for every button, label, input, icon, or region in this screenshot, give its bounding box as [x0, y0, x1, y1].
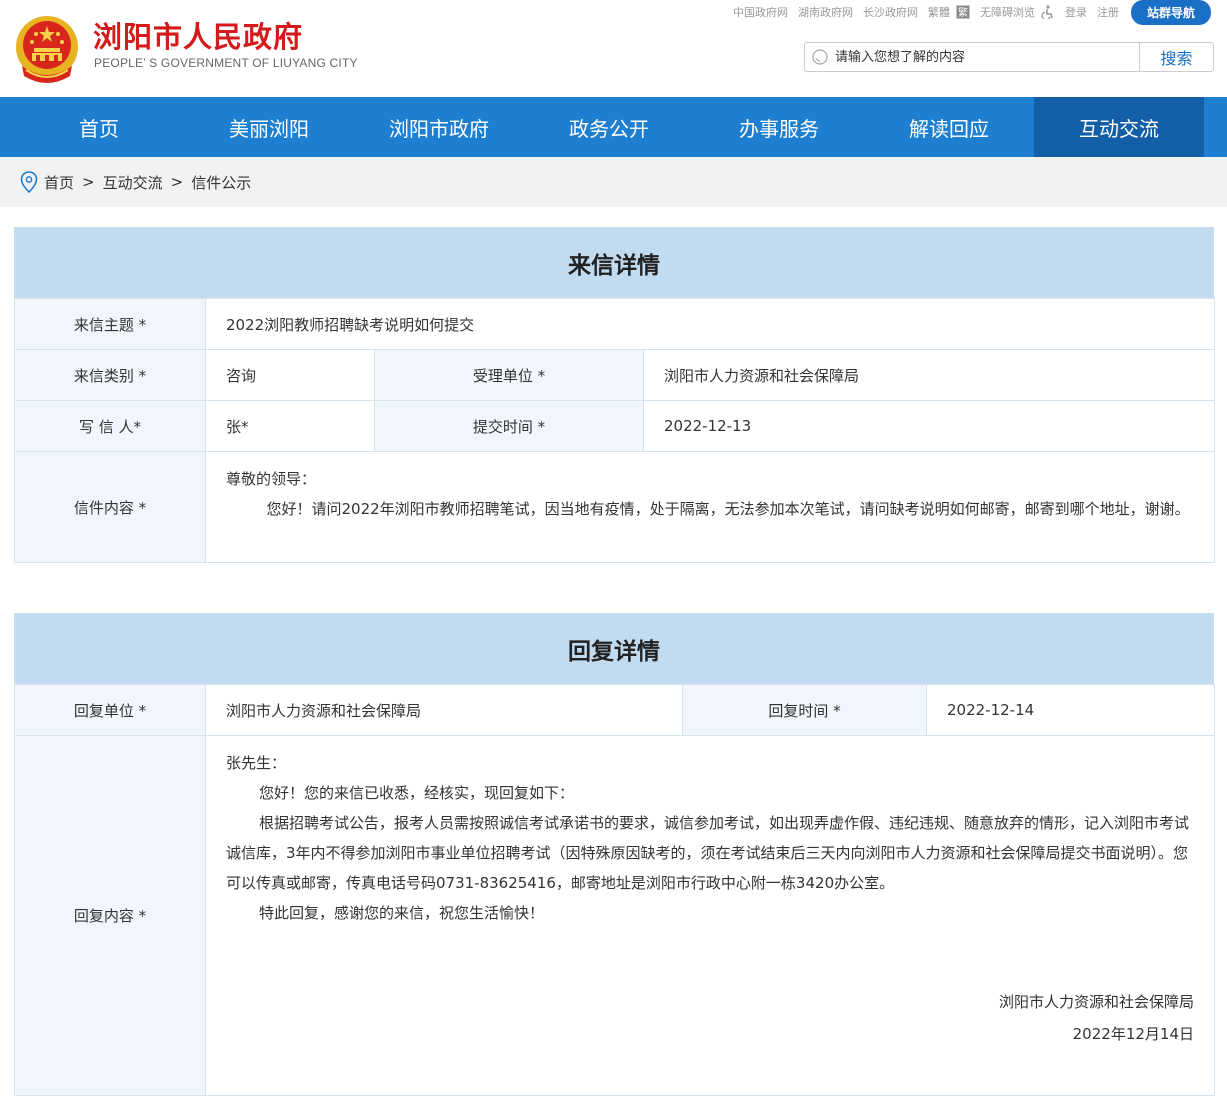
nav-item-interpretation[interactable]: 解读回应 — [864, 97, 1034, 157]
search-input[interactable] — [835, 44, 1139, 70]
link-changsha-gov[interactable]: 长沙政府网 — [863, 4, 918, 20]
subject-label: 来信主题 * — [14, 298, 206, 350]
letter-body: 您好！请问2022年浏阳市教师招聘笔试，因当地有疫情，处于隔离，无法参加本次笔试… — [266, 500, 1190, 518]
svg-text:繁: 繁 — [958, 6, 968, 19]
letter-content-label: 信件内容 * — [14, 451, 206, 563]
subject-value: 2022浏阳教师招聘缺考说明如何提交 — [204, 298, 1216, 350]
link-traditional-chinese[interactable]: 繁體 — [928, 4, 950, 20]
reply-time-label: 回复时间 * — [682, 684, 927, 736]
nav-item-services[interactable]: 办事服务 — [694, 97, 864, 157]
reply-paragraph-3: 特此回复，感谢您的来信，祝您生活愉快！ — [259, 904, 545, 922]
site-title[interactable]: 浏阳市人民政府 — [93, 14, 303, 56]
reply-time-value: 2022-12-14 — [926, 684, 1215, 736]
table-row: 来信类别 * 咨询 受理单位 * 浏阳市人力资源和社会保障局 — [14, 349, 1216, 401]
link-hunan-gov[interactable]: 湖南政府网 — [798, 4, 853, 20]
reply-sign-org: 浏阳市人力资源和社会保障局 — [998, 993, 1194, 1011]
writer-label: 写 信 人* — [14, 400, 206, 452]
table-row: 回复内容 * 张先生： 您好！您的来信已收悉，经核实，现回复如下： 根据招聘考试… — [14, 735, 1215, 1096]
letter-detail-panel: 来信详情 来信主题 * 2022浏阳教师招聘缺考说明如何提交 来信类别 * 咨询… — [14, 227, 1216, 563]
reply-paragraph-1: 您好！您的来信已收悉，经核实，现回复如下： — [259, 784, 575, 802]
site-header: 浏阳市人民政府 PEOPLE’ S GOVERNMENT OF LIUYANG … — [0, 0, 1227, 97]
reply-content-label: 回复内容 * — [14, 735, 206, 1096]
reply-signature: 浏阳市人力资源和社会保障局 2022年12月14日 — [226, 986, 1194, 1050]
reply-detail-heading: 回复详情 — [14, 613, 1214, 684]
search-icon — [805, 43, 835, 71]
breadcrumb-interaction[interactable]: 互动交流 — [103, 172, 163, 193]
breadcrumb: 首页 > 互动交流 > 信件公示 — [0, 157, 1227, 207]
reply-sign-date: 2022年12月14日 — [1072, 1025, 1194, 1043]
main-nav: 首页 美丽浏阳 浏阳市政府 政务公开 办事服务 解读回应 互动交流 — [0, 97, 1227, 157]
nav-item-government-affairs[interactable]: 政务公开 — [524, 97, 694, 157]
site-subtitle: PEOPLE’ S GOVERNMENT OF LIUYANG CITY — [94, 56, 358, 70]
search-box: 搜索 — [804, 42, 1214, 72]
table-row: 写 信 人* 张* 提交时间 * 2022-12-13 — [14, 400, 1216, 452]
submit-time-value: 2022-12-13 — [642, 400, 1216, 452]
site-group-nav-button[interactable]: 站群导航 — [1130, 0, 1211, 25]
link-gov-cn[interactable]: 中国政府网 — [733, 4, 788, 20]
category-value: 咨询 — [205, 349, 375, 401]
unit-label: 受理单位 * — [374, 349, 644, 401]
unit-value: 浏阳市人力资源和社会保障局 — [642, 349, 1216, 401]
submit-time-label: 提交时间 * — [374, 400, 644, 452]
link-accessibility[interactable]: 无障碍浏览 — [980, 4, 1035, 20]
letter-content: 尊敬的领导： 您好！请问2022年浏阳市教师招聘笔试，因当地有疫情，处于隔离，无… — [204, 451, 1216, 563]
nav-item-interaction[interactable]: 互动交流 — [1034, 97, 1204, 157]
category-label: 来信类别 * — [14, 349, 206, 401]
reply-unit-label: 回复单位 * — [14, 684, 206, 736]
reply-paragraph-2: 根据招聘考试公告，报考人员需按照诚信考试承诺书的要求，诚信参加考试，如出现弄虚作… — [226, 814, 1190, 892]
search-button[interactable]: 搜索 — [1139, 43, 1213, 71]
breadcrumb-home[interactable]: 首页 — [44, 172, 74, 193]
location-pin-icon — [20, 171, 38, 193]
nav-item-beautiful-liuyang[interactable]: 美丽浏阳 — [184, 97, 354, 157]
link-register[interactable]: 注册 — [1097, 4, 1119, 20]
link-login[interactable]: 登录 — [1065, 4, 1087, 20]
reply-detail-panel: 回复详情 回复单位 * 浏阳市人力资源和社会保障局 回复时间 * 2022-12… — [14, 613, 1215, 1096]
top-links: 中国政府网 湖南政府网 长沙政府网 繁體 繁 无障碍浏览 登录 注册 站群导航 — [723, 0, 1211, 25]
breadcrumb-letters[interactable]: 信件公示 — [191, 172, 251, 193]
breadcrumb-separator: > — [82, 173, 95, 191]
table-row: 回复单位 * 浏阳市人力资源和社会保障局 回复时间 * 2022-12-14 — [14, 684, 1215, 736]
traditional-chinese-icon[interactable]: 繁 — [956, 5, 970, 19]
national-emblem-logo[interactable] — [14, 14, 80, 86]
table-row: 信件内容 * 尊敬的领导： 您好！请问2022年浏阳市教师招聘笔试，因当地有疫情… — [14, 451, 1216, 563]
breadcrumb-separator: > — [170, 173, 184, 191]
nav-item-city-government[interactable]: 浏阳市政府 — [354, 97, 524, 157]
reply-content: 张先生： 您好！您的来信已收悉，经核实，现回复如下： 根据招聘考试公告，报考人员… — [205, 735, 1215, 1096]
letter-greeting: 尊敬的领导： — [226, 470, 317, 488]
reply-detail-table: 回复单位 * 浏阳市人力资源和社会保障局 回复时间 * 2022-12-14 回… — [14, 684, 1215, 1096]
reply-unit-value: 浏阳市人力资源和社会保障局 — [205, 684, 683, 736]
letter-detail-table: 来信主题 * 2022浏阳教师招聘缺考说明如何提交 来信类别 * 咨询 受理单位… — [14, 298, 1216, 563]
nav-item-home[interactable]: 首页 — [14, 97, 184, 157]
letter-detail-heading: 来信详情 — [14, 227, 1214, 298]
accessibility-icon[interactable] — [1041, 5, 1055, 19]
writer-value: 张* — [205, 400, 375, 452]
reply-greeting: 张先生： — [226, 754, 287, 772]
table-row: 来信主题 * 2022浏阳教师招聘缺考说明如何提交 — [14, 298, 1216, 350]
